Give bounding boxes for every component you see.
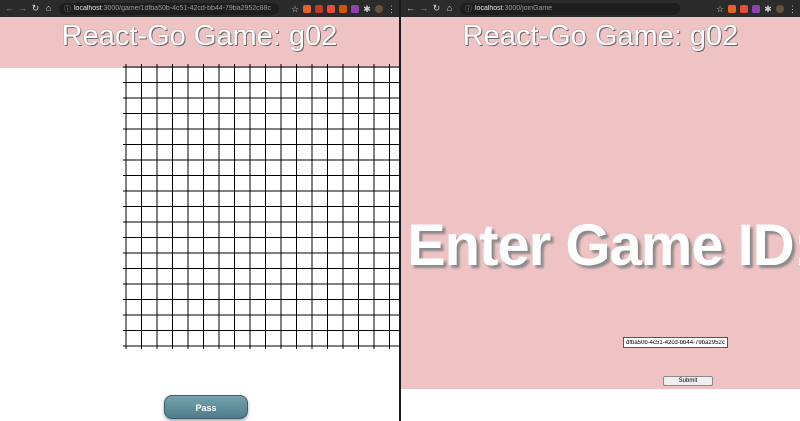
reload-icon[interactable]: ↻: [432, 4, 441, 13]
bookmark-star-icon[interactable]: ☆: [716, 4, 724, 13]
puzzle-icon[interactable]: ✱: [363, 4, 371, 13]
home-icon[interactable]: ⌂: [44, 4, 53, 13]
pass-button[interactable]: Pass: [164, 395, 248, 419]
extension-icon[interactable]: [315, 4, 323, 13]
game-window: ← → ↻ ⌂ ⓘ localhost:3000/game/1dfba50b-4…: [0, 0, 399, 421]
menu-icon[interactable]: ⋮: [387, 4, 396, 13]
extension-icon[interactable]: [752, 4, 760, 13]
enter-game-id-heading: Enter Game ID:: [407, 213, 800, 278]
home-icon[interactable]: ⌂: [445, 4, 454, 13]
reload-icon[interactable]: ↻: [31, 4, 40, 13]
forward-icon[interactable]: →: [419, 4, 428, 13]
address-bar[interactable]: ⓘ localhost:3000/joinGame: [460, 2, 680, 15]
join-window: ← → ↻ ⌂ ⓘ localhost:3000/joinGame ☆ ✱ ⋮ …: [401, 0, 800, 421]
submit-button[interactable]: Submit: [663, 376, 713, 386]
puzzle-icon[interactable]: ✱: [764, 4, 772, 13]
extension-icon[interactable]: [728, 4, 736, 13]
go-board[interactable]: [123, 64, 399, 368]
bookmark-star-icon[interactable]: ☆: [291, 4, 299, 13]
url-text: localhost:3000/game/1dfba50b-4c51-42cd-b…: [74, 5, 271, 12]
extension-icon[interactable]: [740, 4, 748, 13]
page-background: [401, 17, 800, 389]
browser-toolbar: ← → ↻ ⌂ ⓘ localhost:3000/joinGame ☆ ✱ ⋮: [401, 0, 800, 17]
back-icon[interactable]: ←: [406, 4, 415, 13]
address-bar[interactable]: ⓘ localhost:3000/game/1dfba50b-4c51-42cd…: [59, 2, 279, 15]
info-icon[interactable]: ⓘ: [64, 4, 71, 14]
page-title: React-Go Game: g02: [61, 20, 338, 52]
avatar[interactable]: [375, 4, 383, 13]
extension-icon[interactable]: [327, 4, 335, 13]
nav-buttons: ← → ↻ ⌂: [5, 4, 53, 13]
game-id-input[interactable]: [623, 337, 728, 348]
nav-buttons: ← → ↻ ⌂: [406, 4, 454, 13]
extension-icon[interactable]: [351, 4, 359, 13]
url-text: localhost:3000/joinGame: [475, 5, 553, 12]
extension-icon[interactable]: [303, 4, 311, 13]
extensions-bar: ☆ ✱ ⋮: [716, 4, 797, 13]
extension-icon[interactable]: [339, 4, 347, 13]
page-title: React-Go Game: g02: [462, 20, 739, 52]
menu-icon[interactable]: ⋮: [788, 4, 797, 13]
back-icon[interactable]: ←: [5, 4, 14, 13]
forward-icon[interactable]: →: [18, 4, 27, 13]
extensions-bar: ☆ ✱ ⋮: [291, 4, 396, 13]
browser-toolbar: ← → ↻ ⌂ ⓘ localhost:3000/game/1dfba50b-4…: [0, 0, 399, 17]
info-icon[interactable]: ⓘ: [465, 4, 472, 14]
avatar[interactable]: [776, 4, 784, 13]
